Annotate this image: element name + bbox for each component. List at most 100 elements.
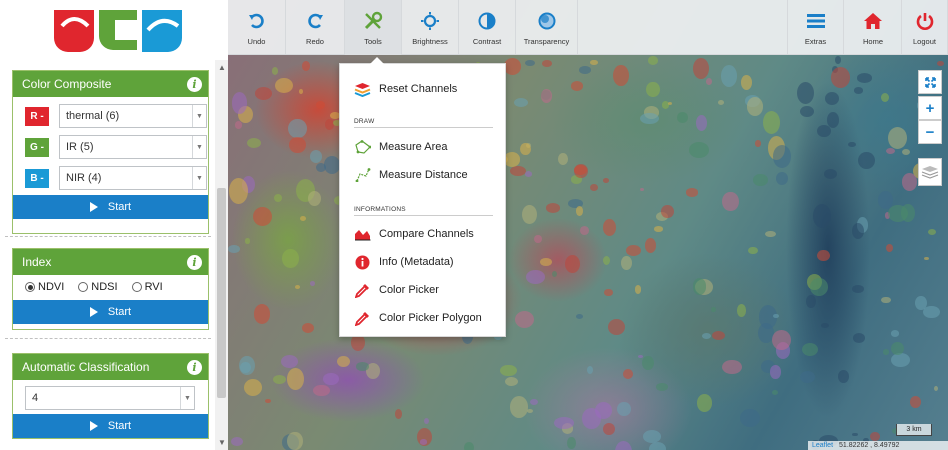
map-texture: [853, 87, 864, 94]
color-picker-item[interactable]: Color Picker: [354, 279, 439, 301]
color-picker-polygon-item[interactable]: Color Picker Polygon: [354, 307, 482, 329]
compare-channels-item[interactable]: Compare Channels: [354, 223, 474, 245]
satellite-map[interactable]: [228, 0, 948, 450]
map-texture: [625, 245, 641, 256]
info-icon[interactable]: i: [187, 76, 202, 92]
auto-classification-start-button[interactable]: Start: [13, 414, 208, 438]
map-texture: [274, 77, 293, 93]
info-icon[interactable]: i: [187, 254, 202, 270]
channel-select[interactable]: IR (5) ▼: [59, 135, 207, 159]
leaflet-link[interactable]: Leaflet: [812, 442, 833, 449]
map-texture: [252, 206, 273, 227]
map-texture: [685, 188, 699, 197]
measure-area-item[interactable]: Measure Area: [354, 136, 447, 158]
measure-distance-item[interactable]: Measure Distance: [354, 164, 468, 186]
map-texture: [253, 304, 271, 325]
class-count-select[interactable]: 4 ▼: [25, 386, 195, 410]
sidebar: Color Composite i R - thermal (6) ▼ G - IR (…: [0, 60, 228, 450]
map-texture: [505, 377, 519, 387]
info-metadata-item[interactable]: Info (Metadata): [354, 251, 454, 273]
map-texture: [656, 382, 669, 391]
color-composite-start-button[interactable]: Start: [13, 195, 208, 219]
zoom-out-button[interactable]: −: [918, 120, 942, 144]
class-count-value: 4: [32, 392, 39, 404]
home-button[interactable]: Home: [845, 0, 902, 55]
color-composite-title: Color Composite: [22, 77, 112, 91]
map-texture: [817, 124, 832, 137]
map-texture: [230, 436, 243, 447]
extras-button[interactable]: Extras: [787, 0, 844, 55]
map-texture: [246, 137, 261, 148]
map-texture: [740, 75, 752, 90]
sidebar-scrollbar[interactable]: ▲ ▼: [215, 60, 228, 450]
layers-stack-icon: [921, 166, 939, 179]
fullscreen-button[interactable]: [918, 70, 942, 94]
reset-channels-item[interactable]: Reset Channels: [354, 78, 457, 100]
section-divider: [354, 215, 493, 216]
channel-select[interactable]: thermal (6) ▼: [59, 104, 207, 128]
radio-ndvi[interactable]: NDVI: [25, 281, 64, 293]
map-texture: [541, 88, 553, 104]
map-texture: [870, 431, 880, 442]
map-texture: [565, 254, 581, 273]
index-panel: Index i NDVI NDSI RVI Start: [12, 248, 209, 330]
index-start-button[interactable]: Start: [13, 300, 208, 324]
map-texture: [613, 64, 629, 86]
map-texture: [231, 92, 247, 114]
contrast-button[interactable]: Contrast: [459, 0, 516, 55]
map-texture: [594, 402, 612, 419]
map-texture: [394, 409, 402, 419]
chevron-down-icon: ▼: [180, 387, 194, 409]
undo-label: Undo: [247, 36, 266, 46]
redo-icon: [304, 10, 326, 32]
start-label: Start: [107, 420, 132, 432]
tools-button[interactable]: Tools: [345, 0, 402, 55]
home-label: Home: [862, 36, 883, 46]
map-texture: [722, 191, 739, 212]
map-texture: [640, 112, 660, 124]
map-texture: [689, 142, 709, 158]
transparency-button[interactable]: Transparency: [516, 0, 578, 55]
radio-label: NDVI: [38, 281, 65, 293]
map-texture: [881, 296, 891, 304]
map-texture: [885, 148, 896, 155]
undo-button[interactable]: Undo: [228, 0, 286, 55]
zoom-in-button[interactable]: +: [918, 96, 942, 120]
map-texture: [551, 270, 557, 277]
map-texture: [300, 215, 307, 221]
map-texture: [910, 395, 922, 409]
radio-ndsi[interactable]: NDSI: [78, 281, 118, 293]
map-texture: [525, 269, 545, 285]
map-texture: [309, 150, 322, 163]
scrollbar-thumb[interactable]: [217, 188, 226, 398]
chevron-down-icon: ▼: [192, 167, 206, 189]
play-icon: [89, 307, 98, 317]
map-texture: [419, 439, 428, 445]
logout-button[interactable]: Logout: [902, 0, 948, 55]
channel-tag: B -: [25, 168, 49, 188]
scroll-down-icon[interactable]: ▼: [218, 438, 226, 447]
informations-section-header: INFORMATIONS: [354, 206, 406, 213]
map-texture: [579, 66, 591, 75]
map-texture: [799, 370, 815, 383]
map-texture: [272, 374, 287, 385]
info-icon[interactable]: i: [187, 359, 202, 375]
radio-rvi[interactable]: RVI: [131, 281, 163, 293]
map-texture: [796, 81, 814, 105]
map-texture: [668, 101, 673, 105]
map-texture: [810, 278, 828, 296]
map-texture: [590, 183, 599, 192]
redo-button[interactable]: Redo: [286, 0, 345, 55]
map-texture: [271, 67, 279, 76]
channel-row: B - NIR (4) ▼: [13, 164, 208, 192]
map-texture: [289, 137, 306, 153]
map-texture: [295, 284, 301, 289]
brightness-button[interactable]: Brightness: [402, 0, 459, 55]
transparency-icon: [536, 10, 558, 32]
scroll-up-icon[interactable]: ▲: [218, 63, 226, 72]
map-texture: [623, 369, 633, 380]
radio-circle-icon: [78, 282, 89, 292]
channel-select[interactable]: NIR (4) ▼: [59, 166, 207, 190]
layers-control[interactable]: [918, 158, 942, 186]
map-texture: [901, 148, 910, 155]
